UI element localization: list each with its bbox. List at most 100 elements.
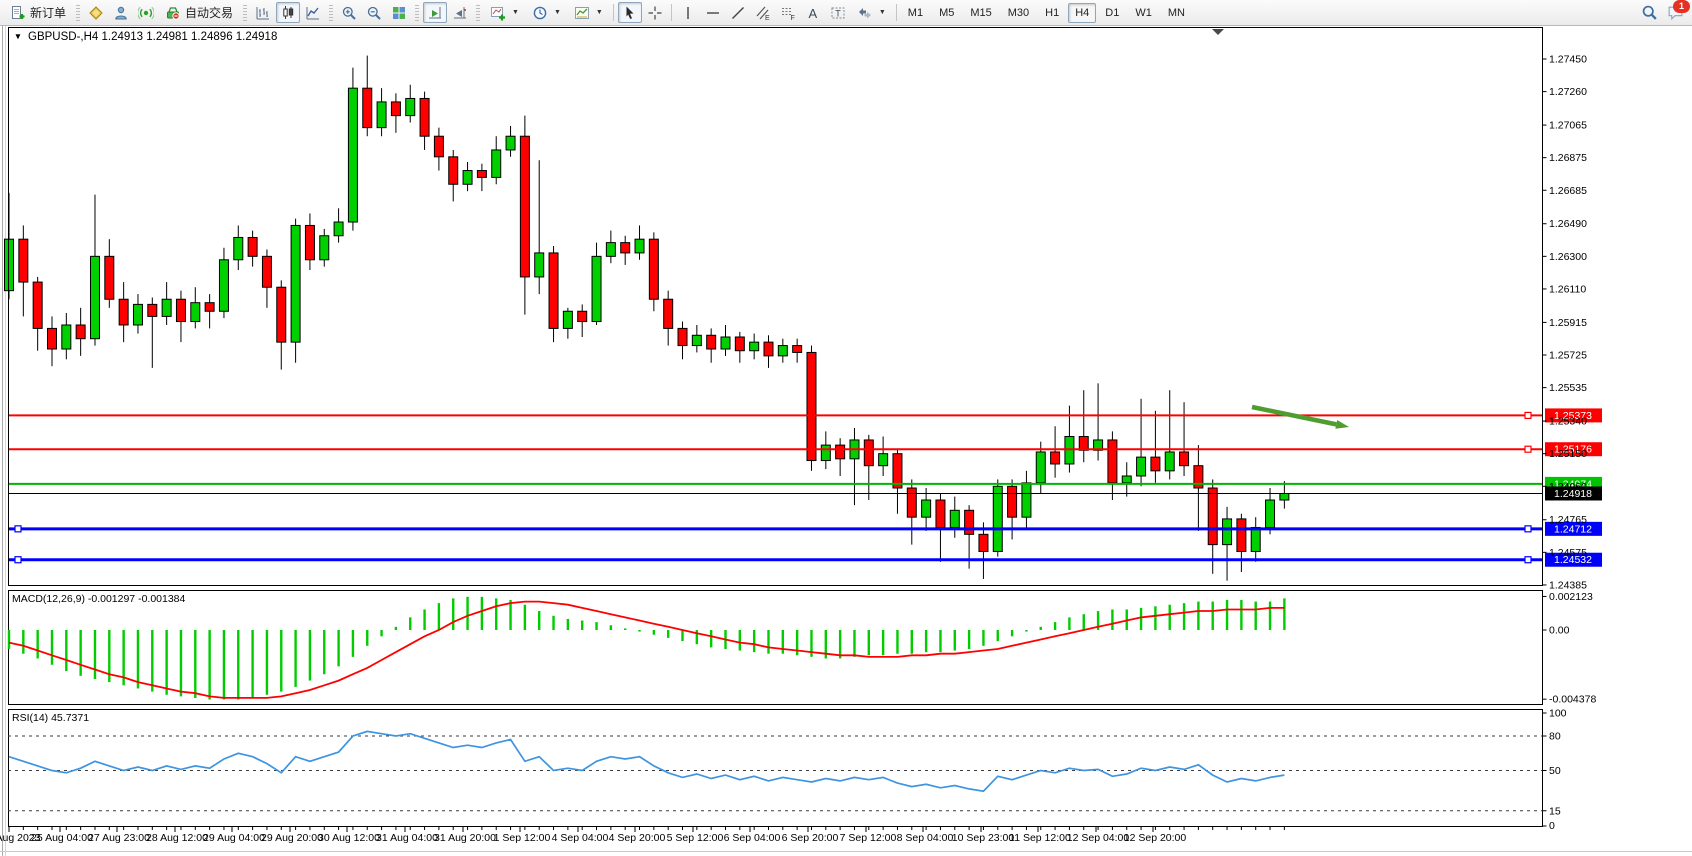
svg-text:1.24385: 1.24385 [1549,579,1587,591]
chart-header: ▼GBPUSD-,H4 1.24913 1.24981 1.24896 1.24… [14,31,277,43]
timeframe-m5[interactable]: M5 [932,3,961,23]
bar-chart-button[interactable] [251,2,275,23]
templates-icon [574,5,590,21]
svg-text:1.26685: 1.26685 [1549,185,1587,197]
timeframe-h4[interactable]: H4 [1068,3,1096,23]
svg-text:12 Sep 04:00: 12 Sep 04:00 [1067,832,1130,844]
text-label-icon: T [830,5,846,21]
indicators-button[interactable]: ▼ [484,2,525,23]
vertical-line-icon [680,5,696,21]
svg-text:▼: ▼ [14,32,22,41]
chart-area[interactable]: 1.253731.251761.249741.247121.245321.249… [0,26,1692,856]
templates-button[interactable]: ▼ [568,2,609,23]
auto-scroll-button[interactable] [423,2,447,23]
timeframe-m15[interactable]: M15 [963,3,998,23]
svg-text:1.26490: 1.26490 [1549,218,1587,230]
text-label-button[interactable]: T [826,2,850,23]
tile-windows-button[interactable] [387,2,411,23]
svg-text:8 Sep 04:00: 8 Sep 04:00 [897,832,954,844]
zoom-out-button[interactable] [362,2,386,23]
market-watch-icon [88,5,104,21]
svg-text:11 Sep 12:00: 11 Sep 12:00 [1009,832,1071,844]
candlestick-chart-icon [280,5,296,21]
svg-text:25 Aug 04:00: 25 Aug 04:00 [31,832,93,844]
svg-text:1.27260: 1.27260 [1549,86,1587,98]
svg-text:1.24960: 1.24960 [1549,481,1587,493]
cursor-icon [622,5,638,21]
channel-button[interactable]: E [751,2,775,23]
svg-text:T: T [835,8,841,18]
chart-shift-icon [452,5,468,21]
svg-text:6 Sep 20:00: 6 Sep 20:00 [782,832,839,844]
svg-text:12 Sep 20:00: 12 Sep 20:00 [1124,832,1187,844]
svg-text:7 Sep 12:00: 7 Sep 12:00 [840,832,897,844]
timeframe-h1[interactable]: H1 [1038,3,1066,23]
svg-text:50: 50 [1549,765,1561,777]
svg-text:28 Aug 12:00: 28 Aug 12:00 [146,832,208,844]
svg-text:A: A [808,6,817,21]
trendline-button[interactable] [726,2,750,23]
svg-text:1.25150: 1.25150 [1549,448,1587,460]
toolbar-separator [671,4,672,21]
arrows-button[interactable]: ▼ [851,2,892,23]
tile-windows-icon [391,5,407,21]
toolbar-grip [243,5,247,21]
horizontal-line-button[interactable] [701,2,725,23]
zoom-out-icon [366,5,382,21]
candlestick-chart-button[interactable] [276,2,300,23]
timeframe-mn[interactable]: MN [1161,3,1192,23]
toolbar: 新订单 自动交易 [0,0,1692,26]
vertical-line-button[interactable] [676,2,700,23]
line-chart-button[interactable] [301,2,325,23]
svg-text:80: 80 [1549,731,1561,743]
svg-text:F: F [790,15,794,21]
timeframe-m30[interactable]: M30 [1001,3,1036,23]
svg-text:15: 15 [1549,805,1561,817]
chart-shift-button[interactable] [448,2,472,23]
autotrading-button[interactable]: 自动交易 [159,2,239,23]
toolbar-separator [613,4,614,21]
svg-text:0.002123: 0.002123 [1549,591,1593,603]
new-order-icon [10,5,26,21]
text-button[interactable]: A [801,2,825,23]
zoom-in-button[interactable] [337,2,361,23]
cursor-button[interactable] [618,2,642,23]
timeframe-bar: M1M5M15M30H1H4D1W1MN [901,3,1192,23]
terminal-button[interactable] [134,2,158,23]
svg-text:1.26300: 1.26300 [1549,251,1587,263]
timeframe-d1[interactable]: D1 [1098,3,1126,23]
svg-text:0.00: 0.00 [1549,625,1570,637]
rsi-label: RSI(14) 45.7371 [12,712,89,724]
svg-text:5 Sep 12:00: 5 Sep 12:00 [667,832,724,844]
svg-text:6 Sep 04:00: 6 Sep 04:00 [724,832,781,844]
auto-scroll-icon [427,5,443,21]
svg-text:-0.004378: -0.004378 [1549,694,1596,706]
new-order-button[interactable]: 新订单 [4,2,72,23]
timeframe-m1[interactable]: M1 [901,3,930,23]
toolbar-grip [329,5,333,21]
macd-label: MACD(12,26,9) -0.001297 -0.001384 [12,593,186,605]
svg-text:10 Sep 23:00: 10 Sep 23:00 [952,832,1015,844]
notifications-button[interactable]: 1 [1662,2,1688,24]
chevron-down-icon: ▼ [554,9,561,16]
search-icon [1641,4,1658,21]
chevron-down-icon: ▼ [879,9,886,16]
mt4-window: 新订单 自动交易 [0,0,1692,856]
crosshair-button[interactable] [643,2,667,23]
navigator-button[interactable] [109,2,133,23]
periods-button[interactable]: ▼ [526,2,567,23]
svg-text:1.24575: 1.24575 [1549,547,1587,559]
text-icon: A [805,5,821,21]
periods-clock-icon [532,5,548,21]
search-button[interactable] [1637,2,1661,23]
svg-text:27 Aug 23:00: 27 Aug 23:00 [88,832,150,844]
notification-badge: 1 [1673,0,1690,13]
market-watch-button[interactable] [84,2,108,23]
svg-text:31 Aug 04:00: 31 Aug 04:00 [376,832,438,844]
timeframe-w1[interactable]: W1 [1128,3,1159,23]
svg-text:1.25535: 1.25535 [1549,382,1587,394]
navigator-icon [113,5,129,21]
fibonacci-button[interactable]: F [776,2,800,23]
trendline-icon [730,5,746,21]
svg-text:0: 0 [1549,820,1555,832]
